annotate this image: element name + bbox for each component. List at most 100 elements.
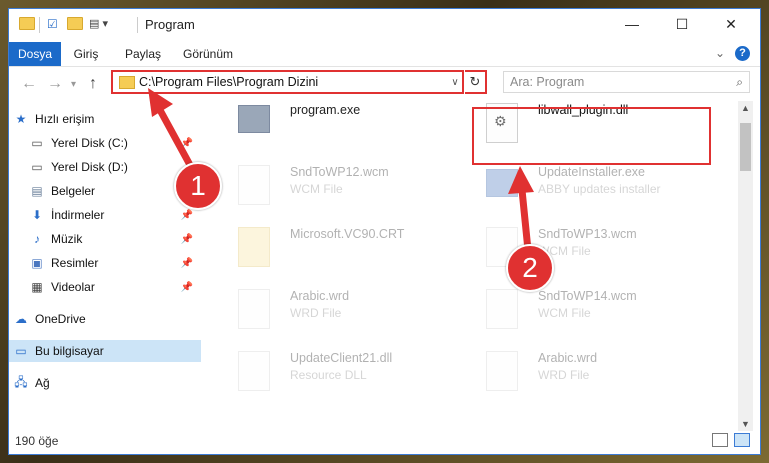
search-placeholder: Ara: Program xyxy=(510,75,585,89)
address-path[interactable]: C:\Program Files\Program Dizini xyxy=(139,75,448,89)
file-icon xyxy=(486,351,518,391)
music-icon: ♪ xyxy=(34,232,40,246)
explorer-window: ☑ ▤ ▾ Program — ☐ ✕ Dosya Giriş Paylaş G… xyxy=(8,8,761,455)
divider xyxy=(137,17,138,33)
minimize-button[interactable]: — xyxy=(617,13,647,35)
dll-file-icon xyxy=(238,351,270,391)
sidebar-item-quick-access[interactable]: ★ Hızlı erişim xyxy=(13,108,205,130)
sidebar-item-music[interactable]: ♪ Müzik 📌 xyxy=(29,228,197,250)
file-item[interactable]: UpdateInstaller.exe ABBY updates install… xyxy=(476,161,716,217)
customize-toolbar-icon[interactable]: ▤ ▾ xyxy=(89,17,108,30)
file-item[interactable]: Arabic.wrd WRD File xyxy=(476,347,716,403)
file-item[interactable]: SndToWP14.wcm WCM File xyxy=(476,285,716,341)
large-icons-view-icon[interactable] xyxy=(734,433,750,447)
sidebar-item-downloads[interactable]: ⬇ İndirmeler 📌 xyxy=(29,204,197,226)
file-item[interactable]: program.exe xyxy=(228,99,468,155)
chevron-down-icon[interactable]: ∨ xyxy=(448,77,462,88)
exe-file-icon xyxy=(486,169,518,197)
expand-ribbon-icon[interactable]: ⌄ xyxy=(715,46,725,60)
pin-icon[interactable]: 📌 xyxy=(181,210,193,221)
back-arrow-icon[interactable]: ← xyxy=(21,75,37,93)
navigation-pane: ★ Hızlı erişim ▭ Yerel Disk (C:) 📌 ▭ Yer… xyxy=(9,104,201,424)
sidebar-item-network[interactable]: 🖧 Ağ xyxy=(13,372,197,394)
tab-paylas[interactable]: Paylaş xyxy=(115,42,171,66)
file-name: UpdateInstaller.exe xyxy=(538,165,646,179)
sidebar-item-label: Yerel Disk (D:) xyxy=(51,160,128,174)
pin-icon[interactable]: 📌 xyxy=(181,138,193,149)
help-icon[interactable]: ? xyxy=(735,46,750,61)
folder-icon xyxy=(238,227,270,267)
vertical-scrollbar[interactable]: ▲ ▼ xyxy=(738,101,753,431)
tab-dosya[interactable]: Dosya xyxy=(9,42,61,66)
ribbon-tabs: Dosya Giriş Paylaş Görünüm xyxy=(9,42,760,66)
sidebar-item-local-disk-c[interactable]: ▭ Yerel Disk (C:) 📌 xyxy=(29,132,197,154)
sidebar-item-label: Ağ xyxy=(35,376,50,390)
details-view-icon[interactable] xyxy=(712,433,728,447)
file-item[interactable]: Arabic.wrd WRD File xyxy=(228,285,468,341)
search-icon: ⌕ xyxy=(736,75,743,89)
pictures-icon: ▣ xyxy=(31,256,43,270)
drive-icon: ▭ xyxy=(31,160,43,174)
pin-icon[interactable]: 📌 xyxy=(181,282,193,293)
scroll-down-icon[interactable]: ▼ xyxy=(738,419,753,429)
video-icon: ▦ xyxy=(31,280,43,294)
cloud-icon: ☁ xyxy=(15,312,27,326)
item-count: 190 öğe xyxy=(15,434,59,448)
scrollbar-thumb[interactable] xyxy=(740,123,751,171)
sidebar-item-label: Yerel Disk (C:) xyxy=(51,136,128,150)
folder-icon xyxy=(19,17,35,30)
network-icon: 🖧 xyxy=(14,374,28,389)
file-type: ABBY updates installer xyxy=(538,182,661,196)
file-icon xyxy=(238,289,270,329)
properties-icon[interactable]: ☑ xyxy=(47,17,58,31)
file-type: Resource DLL xyxy=(290,368,367,382)
sidebar-item-label: Videolar xyxy=(51,280,95,294)
new-folder-icon[interactable] xyxy=(67,17,83,30)
file-item[interactable]: SndToWP12.wcm WCM File xyxy=(228,161,468,217)
title-bar: ☑ ▤ ▾ Program — ☐ ✕ xyxy=(9,9,760,39)
recent-dropdown-icon[interactable]: ▾ xyxy=(71,79,76,90)
view-toggle xyxy=(712,433,750,447)
file-item[interactable]: UpdateClient21.dll Resource DLL xyxy=(228,347,468,403)
forward-arrow-icon[interactable]: → xyxy=(47,75,63,93)
tab-giris[interactable]: Giriş xyxy=(61,42,111,66)
window-title: Program xyxy=(145,17,195,32)
divider xyxy=(39,17,40,33)
tab-gorunum[interactable]: Görünüm xyxy=(175,42,241,66)
sidebar-item-pictures[interactable]: ▣ Resimler 📌 xyxy=(29,252,197,274)
drive-icon: ▭ xyxy=(31,136,43,150)
pin-icon[interactable]: 📌 xyxy=(181,258,193,269)
close-button[interactable]: ✕ xyxy=(716,13,746,35)
sidebar-item-onedrive[interactable]: ☁ OneDrive xyxy=(13,308,197,330)
sidebar-item-label: OneDrive xyxy=(35,312,86,326)
sidebar-item-label: İndirmeler xyxy=(51,208,105,222)
address-bar[interactable]: C:\Program Files\Program Dizini ∨ xyxy=(111,70,464,94)
sidebar-item-this-pc[interactable]: ▭ Bu bilgisayar xyxy=(9,340,201,362)
step-2-badge: 2 xyxy=(506,244,554,292)
computer-icon: ▭ xyxy=(15,344,27,358)
sidebar-item-label: Bu bilgisayar xyxy=(35,344,104,358)
file-name: Microsoft.VC90.CRT xyxy=(290,227,405,241)
sidebar-item-videos[interactable]: ▦ Videolar 📌 xyxy=(29,276,197,298)
sidebar-item-local-disk-d[interactable]: ▭ Yerel Disk (D:) xyxy=(29,156,197,178)
refresh-button[interactable]: ↻ xyxy=(465,70,487,94)
sidebar-item-label: Resimler xyxy=(51,256,99,270)
pin-icon[interactable]: 📌 xyxy=(181,234,193,245)
file-icon xyxy=(486,289,518,329)
up-arrow-icon[interactable]: ↑ xyxy=(89,75,97,93)
scroll-up-icon[interactable]: ▲ xyxy=(738,103,753,113)
star-icon: ★ xyxy=(15,112,27,126)
file-icon xyxy=(238,165,270,205)
file-name: SndToWP12.wcm xyxy=(290,165,389,179)
step-1-badge: 1 xyxy=(174,162,222,210)
search-input[interactable]: Ara: Program ⌕ xyxy=(503,71,750,93)
documents-icon: ▤ xyxy=(31,184,43,198)
sidebar-item-label: Belgeler xyxy=(51,184,96,198)
divider xyxy=(9,66,760,67)
file-item[interactable]: Microsoft.VC90.CRT xyxy=(228,223,468,279)
target-file-highlight xyxy=(472,107,711,165)
file-name: Arabic.wrd xyxy=(290,289,350,303)
maximize-button[interactable]: ☐ xyxy=(667,13,697,35)
sidebar-item-documents[interactable]: ▤ Belgeler xyxy=(29,180,197,202)
file-type: WCM File xyxy=(538,306,591,320)
